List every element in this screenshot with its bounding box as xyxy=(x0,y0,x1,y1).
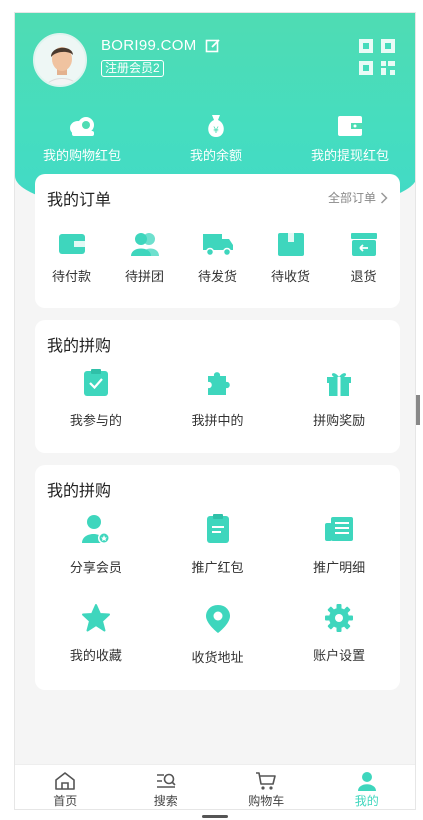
orders-card: 我的订单 全部订单 待付款 待拼团 待发货 待收货 退货 xyxy=(35,174,400,308)
svg-text:¥: ¥ xyxy=(213,126,219,136)
tab-cart[interactable]: 购物车 xyxy=(216,765,317,809)
group-buy-title: 我的拼购 xyxy=(47,338,112,355)
member-badge: 注册会员2 xyxy=(101,60,164,77)
qr-code-icon[interactable] xyxy=(357,37,397,77)
group-won[interactable]: 我拼中的 xyxy=(157,368,279,429)
wallet-icon xyxy=(338,116,362,136)
wallet-shopping-redpacket[interactable]: 我的购物红包 xyxy=(15,113,149,164)
scrollbar-thumb[interactable] xyxy=(416,395,420,425)
promotion-row-2: 我的收藏 收货地址 账户设置 xyxy=(35,603,400,666)
all-orders-label: 全部订单 xyxy=(327,191,376,205)
search-list-icon xyxy=(156,773,176,788)
group-label: 我拼中的 xyxy=(191,413,244,428)
gear-icon xyxy=(325,604,354,632)
box-icon xyxy=(277,233,304,256)
group-buy-row: 我参与的 我拼中的 拼购奖励 xyxy=(35,368,400,429)
clipboard-check-icon xyxy=(83,369,108,396)
tab-label: 首页 xyxy=(53,794,78,808)
wallet-row: 我的购物红包 ¥ 我的余额 我的提现红包 xyxy=(15,113,415,164)
home-indicator xyxy=(202,815,228,818)
shipping-address[interactable]: 收货地址 xyxy=(157,603,279,666)
tab-label: 购物车 xyxy=(248,794,285,808)
cart-icon xyxy=(256,772,277,790)
user-icon xyxy=(357,772,376,791)
group-users-icon xyxy=(130,233,159,256)
tab-label: 搜索 xyxy=(153,794,178,808)
location-pin-icon xyxy=(205,605,230,633)
group-label: 拼购奖励 xyxy=(313,413,366,428)
money-bag-icon: ¥ xyxy=(208,115,224,137)
account-settings[interactable]: 账户设置 xyxy=(278,603,400,666)
gift-icon xyxy=(327,373,352,396)
order-pending-group[interactable]: 待拼团 xyxy=(108,230,181,285)
promotion-title: 我的拼购 xyxy=(47,483,112,500)
promotion-row-1: 分享会员 推广红包 推广明细 xyxy=(35,513,400,576)
edit-icon[interactable] xyxy=(205,38,221,54)
username-row: BORI99.COM xyxy=(101,37,221,54)
share-member[interactable]: 分享会员 xyxy=(35,513,157,576)
avatar[interactable] xyxy=(33,33,87,87)
order-status-row: 待付款 待拼团 待发货 待收货 退货 xyxy=(35,230,400,285)
promo-label: 分享会员 xyxy=(69,560,122,575)
username: BORI99.COM xyxy=(101,37,197,54)
group-rewards[interactable]: 拼购奖励 xyxy=(278,368,400,429)
tab-home[interactable]: 首页 xyxy=(15,765,116,809)
tab-label: 我的 xyxy=(354,794,379,808)
wallet-card-icon xyxy=(58,234,85,254)
newspaper-icon xyxy=(325,517,354,541)
promo-label: 推广明细 xyxy=(313,560,366,575)
chevron-right-icon xyxy=(380,191,388,204)
promotion-card: 我的拼购 分享会员 推广红包 推广明细 我的收藏 收货地址 账户设置 xyxy=(35,465,400,690)
member-star-icon xyxy=(81,515,110,544)
order-pending-receipt[interactable]: 待收货 xyxy=(254,230,327,285)
group-buy-card: 我的拼购 我参与的 我拼中的 拼购奖励 xyxy=(35,320,400,453)
cloud-coins-icon xyxy=(70,117,94,136)
tab-search[interactable]: 搜索 xyxy=(116,765,217,809)
wallet-withdraw-redpacket[interactable]: 我的提现红包 xyxy=(283,113,415,164)
order-label: 待发货 xyxy=(197,269,237,284)
promo-label: 推广红包 xyxy=(191,560,244,575)
star-icon xyxy=(81,604,110,632)
wallet-label: 我的购物红包 xyxy=(42,148,121,163)
puzzle-icon xyxy=(207,372,230,395)
promo-label: 账户设置 xyxy=(313,648,366,663)
document-icon xyxy=(206,514,229,543)
my-favorites[interactable]: 我的收藏 xyxy=(35,603,157,666)
order-pending-shipment[interactable]: 待发货 xyxy=(181,230,254,285)
order-label: 待收货 xyxy=(270,269,310,284)
group-participated[interactable]: 我参与的 xyxy=(35,368,157,429)
home-icon xyxy=(55,772,76,790)
wallet-label: 我的余额 xyxy=(189,148,242,163)
group-label: 我参与的 xyxy=(69,413,122,428)
orders-title: 我的订单 xyxy=(47,192,112,209)
wallet-balance[interactable]: ¥ 我的余额 xyxy=(149,113,283,164)
order-pending-payment[interactable]: 待付款 xyxy=(35,230,108,285)
order-label: 待拼团 xyxy=(124,269,164,284)
order-label: 待付款 xyxy=(51,269,91,284)
order-label: 退货 xyxy=(350,269,377,284)
promo-label: 收货地址 xyxy=(191,650,244,665)
order-return[interactable]: 退货 xyxy=(327,230,400,285)
return-box-icon xyxy=(350,233,377,256)
truck-icon xyxy=(202,234,233,257)
tab-mine[interactable]: 我的 xyxy=(317,765,416,809)
all-orders-link[interactable]: 全部订单 xyxy=(328,189,388,206)
promo-details[interactable]: 推广明细 xyxy=(278,513,400,576)
promo-label: 我的收藏 xyxy=(69,648,122,663)
wallet-label: 我的提现红包 xyxy=(310,148,389,163)
app-frame: BORI99.COM 注册会员2 我的购物红包 ¥ 我的余额 我的提现红包 我的… xyxy=(14,12,416,810)
bottom-tab-bar: 首页 搜索 购物车 我的 xyxy=(15,764,416,809)
promo-redpacket[interactable]: 推广红包 xyxy=(157,513,279,576)
